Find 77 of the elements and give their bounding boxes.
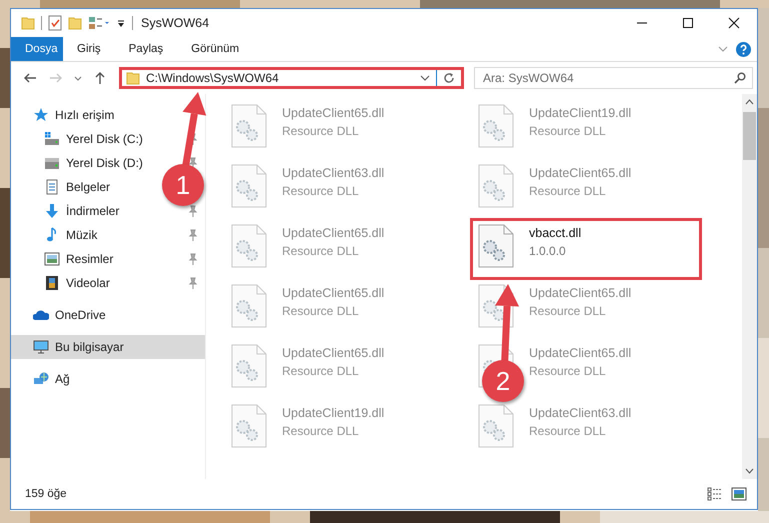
selected-row[interactable]: Bu bilgisayar: [11, 335, 205, 359]
file-detail: Resource DLL: [282, 124, 360, 138]
folder-icon: [126, 70, 140, 86]
file-detail: Resource DLL: [282, 424, 360, 438]
file-gear-icon: [477, 404, 515, 448]
ribbon-tab[interactable]: Görünüm: [177, 37, 254, 61]
close-icon: [728, 17, 740, 29]
ribbon-tab[interactable]: Dosya: [11, 37, 63, 61]
pin-icon[interactable]: [187, 157, 197, 169]
download-arrow-icon[interactable]: [44, 203, 60, 219]
file-gear-icon: [230, 284, 268, 328]
customize-caret-icon[interactable]: [116, 18, 126, 28]
nav-item[interactable]: Videolar: [66, 276, 181, 290]
nav-item[interactable]: Yerel Disk (C:): [66, 132, 181, 146]
nav-item[interactable]: Bu bilgisayar: [55, 340, 124, 354]
search-field[interactable]: Ara: SysWOW64: [474, 67, 753, 89]
document-icon[interactable]: [44, 179, 60, 195]
search-icon[interactable]: [734, 72, 746, 84]
scroll-up-icon[interactable]: [745, 99, 754, 105]
file-detail: Resource DLL: [529, 424, 607, 438]
pin-icon[interactable]: [187, 205, 197, 217]
scrollbar[interactable]: [742, 94, 757, 479]
dropdown-caret-icon[interactable]: [420, 74, 430, 82]
properties-icon[interactable]: [88, 16, 110, 30]
file-gear-icon: [230, 164, 268, 208]
nav-item[interactable]: İndirmeler: [66, 204, 181, 218]
file-detail: Resource DLL: [529, 364, 607, 378]
forward-icon: [49, 71, 63, 85]
refresh-icon: [443, 72, 455, 84]
maximize-icon: [682, 17, 694, 29]
network-icon[interactable]: [33, 371, 49, 387]
file-detail: Resource DLL: [282, 304, 360, 318]
nav-item[interactable]: OneDrive: [55, 308, 106, 322]
file-gear-icon: [230, 344, 268, 388]
picture-icon[interactable]: [44, 251, 60, 267]
nav-item[interactable]: Müzik: [66, 228, 181, 242]
checklist-icon[interactable]: [48, 15, 62, 31]
ribbon-tab[interactable]: Giriş: [63, 37, 115, 61]
file-gear-icon: [230, 224, 268, 268]
film-icon[interactable]: [44, 275, 60, 291]
file-gear-icon: [477, 164, 515, 208]
address-bar[interactable]: C:\Windows\SysWOW64: [119, 67, 464, 89]
item-count: 159 öğe: [25, 488, 68, 500]
file-detail: Resource DLL: [529, 304, 607, 318]
large-icons-view-icon[interactable]: [731, 487, 747, 501]
drive-icon[interactable]: [44, 131, 60, 147]
expand-ribbon-icon[interactable]: [718, 45, 728, 53]
monitor-icon[interactable]: [33, 339, 49, 355]
scroll-down-icon[interactable]: [745, 468, 754, 474]
pin-icon[interactable]: [187, 253, 197, 265]
file-name[interactable]: vbacct.dll: [529, 226, 582, 240]
nav-item[interactable]: Ağ: [55, 372, 70, 386]
details-view-icon[interactable]: [707, 487, 723, 501]
file-gear-icon: [477, 104, 515, 148]
star-icon[interactable]: [33, 107, 49, 123]
back-icon: [23, 71, 37, 85]
file-gear-icon: [230, 104, 268, 148]
file-detail: Resource DLL: [529, 184, 607, 198]
pin-icon[interactable]: [187, 229, 197, 241]
nav-item[interactable]: Resimler: [66, 252, 181, 266]
ribbon-tab[interactable]: Paylaş: [114, 37, 178, 61]
nav-item[interactable]: Belgeler: [66, 180, 110, 194]
drive-icon[interactable]: [44, 155, 60, 171]
window-title: SysWOW64: [141, 16, 210, 30]
file-detail: Resource DLL: [529, 124, 607, 138]
nav-item[interactable]: Hızlı erişim: [55, 108, 114, 122]
file-detail: Resource DLL: [282, 184, 360, 198]
file-detail: Resource DLL: [282, 244, 360, 258]
up-icon: [94, 71, 106, 85]
file-gear-icon: [477, 224, 515, 268]
file-gear-icon: [230, 404, 268, 448]
address-path: C:\Windows\SysWOW64: [146, 71, 280, 85]
file-detail: Resource DLL: [282, 364, 360, 378]
help-icon[interactable]: [736, 42, 751, 56]
file-detail: 1.0.0.0: [529, 244, 567, 258]
scroll-thumb[interactable]: [743, 112, 756, 160]
pin-icon[interactable]: [187, 277, 197, 289]
